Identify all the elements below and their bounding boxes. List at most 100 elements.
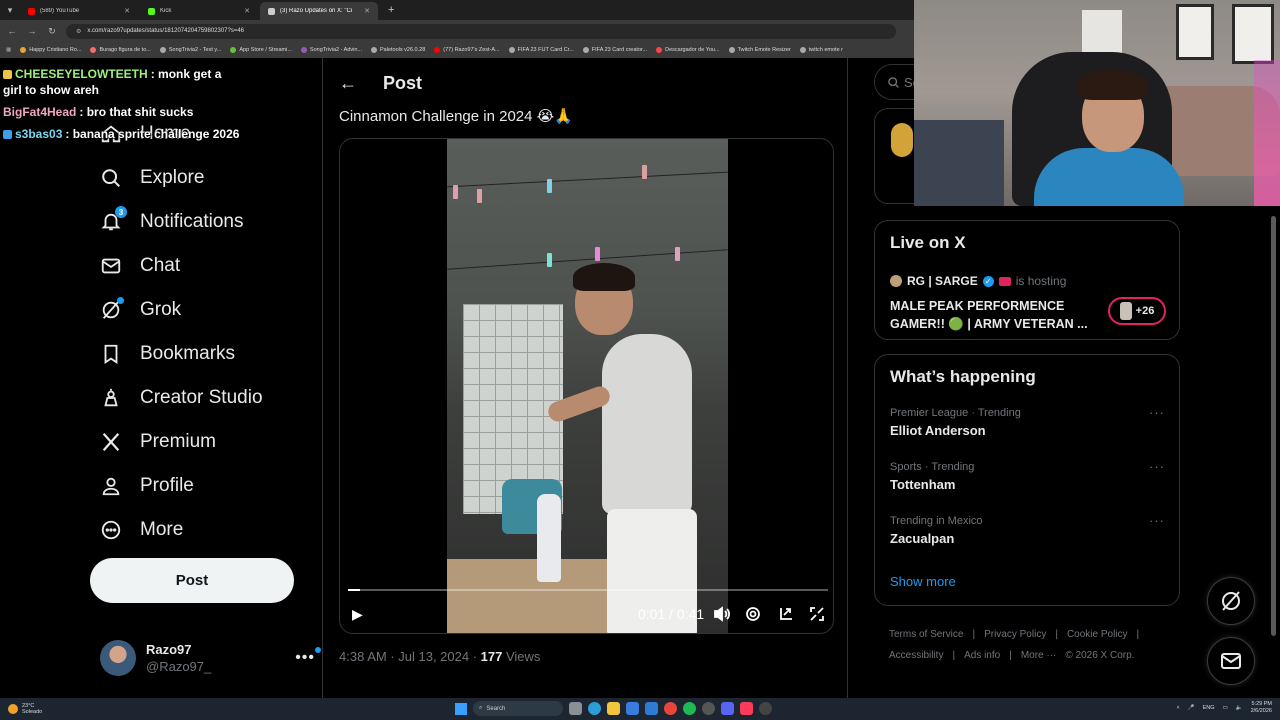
address-bar[interactable]: ⚙ x.com/razo97updates/status/18120742047… — [66, 23, 896, 39]
video-player[interactable]: ▶ 0:01 / 0:41 — [339, 138, 834, 634]
bookmark-item[interactable]: SongTrivia2 - Test y... — [159, 47, 221, 53]
messages-floating-button[interactable] — [1207, 637, 1255, 685]
trend-item[interactable]: Trending in Mexico Zacualpan ··· — [890, 513, 1165, 546]
apps-grid-icon[interactable]: ▦ — [6, 47, 11, 53]
video-scene-clip — [477, 189, 482, 203]
bookmark-item[interactable]: FIFA 23 Card creator... — [582, 47, 647, 53]
footer-link[interactable]: Accessibility — [889, 650, 943, 661]
forward-icon[interactable]: → — [26, 26, 38, 36]
footer-link[interactable]: More ··· — [1021, 650, 1057, 661]
taskbar-apps: ⌕ Search — [455, 701, 772, 716]
microphone-icon[interactable]: 🎤 — [1188, 705, 1195, 711]
weather-widget[interactable]: 23°C Soleado — [0, 703, 200, 715]
back-icon[interactable]: ← — [6, 26, 18, 36]
task-view-icon[interactable] — [569, 702, 582, 715]
trend-more-icon[interactable]: ··· — [1149, 405, 1165, 420]
account-more-icon[interactable]: ••• — [295, 647, 321, 667]
browser-tab-active[interactable]: (3) Razo Updates on X: "Ci ✕ — [260, 2, 378, 20]
footer-link[interactable]: Privacy Policy — [984, 629, 1046, 640]
footer-link[interactable]: Terms of Service — [889, 629, 963, 640]
footer-link[interactable]: Cookie Policy — [1067, 629, 1128, 640]
reload-icon[interactable]: ↻ — [46, 26, 58, 37]
video-scene-bottle — [537, 494, 561, 582]
close-tab-icon[interactable]: ✕ — [244, 7, 250, 15]
discord-icon[interactable] — [721, 702, 734, 715]
picture-in-picture-icon[interactable] — [778, 606, 794, 625]
account-switcher[interactable]: Razo97 @Razo97_ ••• — [100, 638, 321, 678]
nav-chat[interactable]: Chat — [100, 246, 180, 286]
nav-more[interactable]: More — [100, 510, 183, 550]
trend-more-icon[interactable]: ··· — [1149, 513, 1165, 528]
nav-notifications[interactable]: 3 Notifications — [100, 202, 244, 242]
footer-link[interactable]: Ads info — [964, 650, 1000, 661]
browser-tab[interactable]: (589) YouTube ✕ — [20, 2, 138, 20]
close-tab-icon[interactable]: ✕ — [364, 7, 370, 15]
tray-chevron-icon[interactable]: ˄ — [1177, 705, 1180, 711]
tab-list-chevron-icon[interactable]: ▾ — [0, 0, 20, 20]
nav-explore[interactable]: Explore — [100, 158, 204, 198]
taskbar-search-label: Search — [486, 705, 506, 712]
music-app-icon[interactable] — [740, 702, 753, 715]
volume-icon[interactable] — [713, 606, 731, 625]
close-tab-icon[interactable]: ✕ — [124, 7, 130, 15]
speaker-icon[interactable]: 🔈 — [1236, 705, 1243, 711]
bookmark-item[interactable]: Happy Cristiano Ro... — [20, 47, 81, 53]
nav-creator-studio[interactable]: Creator Studio — [100, 378, 263, 418]
taskbar-search[interactable]: ⌕ Search — [473, 701, 563, 716]
bookmark-item[interactable]: FIFA 23 FUT Card Cr... — [508, 47, 574, 53]
weather-desc: Soleado — [22, 709, 43, 715]
live-on-x-card[interactable]: Live on X RG | SARGE ✓ is hosting MALE P… — [874, 220, 1180, 340]
post-timestamp[interactable]: 4:38 AM · Jul 13, 2024 · — [339, 649, 481, 664]
left-navigation: Home Explore 3 Notifications Chat Grok B… — [90, 58, 321, 698]
video-frame[interactable] — [447, 139, 728, 633]
play-icon[interactable]: ▶ — [352, 606, 363, 623]
nav-grok[interactable]: Grok — [100, 290, 181, 330]
fullscreen-icon[interactable] — [809, 606, 825, 625]
file-explorer-icon[interactable] — [607, 702, 620, 715]
network-icon[interactable]: ▭ — [1223, 705, 1228, 711]
chat-username: BigFat4Head — [3, 105, 77, 119]
trend-more-icon[interactable]: ··· — [1149, 459, 1165, 474]
scrollbar-thumb[interactable] — [1271, 216, 1276, 636]
page-scrollbar[interactable] — [1271, 206, 1276, 696]
language-indicator[interactable]: ENG — [1203, 705, 1215, 711]
edge-icon[interactable] — [588, 702, 601, 715]
bookmark-item[interactable]: (77) Razo97's Zest-A... — [434, 47, 500, 53]
nav-bookmarks[interactable]: Bookmarks — [100, 334, 235, 374]
bookmark-item[interactable]: Descargador de You... — [656, 47, 720, 53]
bookmark-item[interactable]: App Store / Streami... — [230, 47, 292, 53]
webcam-scene-light — [1254, 60, 1280, 206]
site-info-icon[interactable]: ⚙ — [76, 28, 81, 35]
back-arrow-icon[interactable]: ← — [339, 73, 357, 94]
settings-gear-icon[interactable] — [745, 606, 761, 625]
chrome-icon[interactable] — [664, 702, 677, 715]
trend-item[interactable]: Premier League · Trending Elliot Anderso… — [890, 405, 1165, 438]
new-tab-icon[interactable]: + — [380, 4, 402, 16]
chat-username: s3bas03 — [15, 127, 63, 141]
account-name: Razo97 — [146, 642, 192, 657]
live-listeners-pill[interactable]: +26 — [1108, 297, 1166, 325]
browser-tab[interactable]: Kick ✕ — [140, 2, 258, 20]
video-scene-person — [602, 334, 692, 514]
show-more-link[interactable]: Show more — [890, 574, 956, 589]
spotify-icon[interactable] — [683, 702, 696, 715]
nav-label: Chat — [140, 255, 181, 276]
post-button[interactable]: Post — [90, 558, 294, 603]
whats-happening-card: What’s happening Premier League · Trendi… — [874, 354, 1180, 606]
bookmark-item[interactable]: twitch emote r — [799, 47, 843, 53]
app-icon[interactable] — [759, 702, 772, 715]
nav-profile[interactable]: Profile — [100, 466, 194, 506]
store-icon[interactable] — [626, 702, 639, 715]
grok-floating-button[interactable] — [1207, 577, 1255, 625]
obs-icon[interactable] — [702, 702, 715, 715]
clock[interactable]: 5:29 PM 2/6/2026 — [1251, 701, 1272, 715]
bookmark-item[interactable]: Paletools v26.0.28 — [371, 47, 425, 53]
bookmark-item[interactable]: SongTrivia2 - Advin... — [300, 47, 362, 53]
windows-start-icon[interactable] — [455, 702, 467, 715]
trend-item[interactable]: Sports · Trending Tottenham ··· — [890, 459, 1165, 492]
mail-app-icon[interactable] — [645, 702, 658, 715]
bookmark-item[interactable]: Burago figura de to... — [90, 47, 151, 53]
nav-premium[interactable]: Premium — [100, 422, 216, 462]
video-progress-bar[interactable] — [348, 589, 828, 591]
bookmark-item[interactable]: Twitch Emote Resizer — [728, 47, 791, 53]
